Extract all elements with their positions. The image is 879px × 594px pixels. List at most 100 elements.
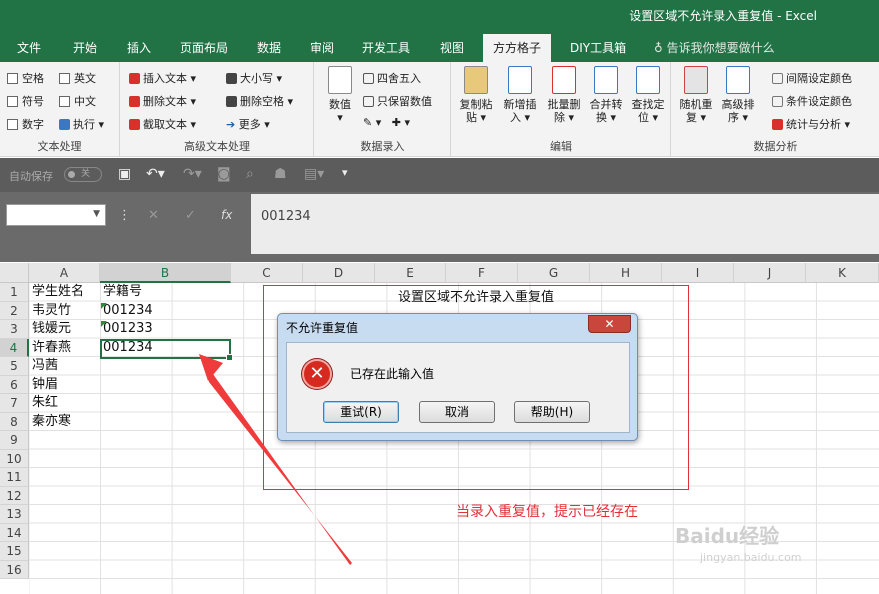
copy-paste-button[interactable]: 复制粘 贴 ▾	[456, 66, 496, 124]
tab-diy-toolbox[interactable]: DIY工具箱	[570, 39, 626, 56]
column-header-d[interactable]: D	[303, 263, 375, 283]
checkbox-icon	[7, 96, 18, 107]
row-header-4[interactable]: 4	[0, 338, 29, 357]
merge-convert-button[interactable]: 合并转 换 ▾	[586, 66, 626, 124]
row-header-9[interactable]: 9	[0, 431, 29, 450]
select-all-corner[interactable]	[0, 263, 29, 283]
camera-icon[interactable]: ◙	[217, 166, 231, 182]
column-header-a[interactable]: A	[29, 263, 100, 283]
batch-delete-button[interactable]: 批量删 除 ▾	[544, 66, 584, 124]
random-repeat-button[interactable]: 随机重 复 ▾	[676, 66, 716, 124]
number-button[interactable]: 数值 ▾	[323, 66, 357, 124]
cell-a4[interactable]: 许春燕	[32, 339, 71, 358]
case-button[interactable]: 大小写 ▾	[226, 70, 282, 86]
column-header-f[interactable]: F	[446, 263, 518, 283]
tell-me-search[interactable]: ♁ 告诉我你想要做什么	[654, 39, 775, 56]
extract-text-button[interactable]: 截取文本 ▾	[129, 116, 196, 132]
round-button[interactable]: 四舍五入	[363, 70, 421, 86]
column-header-b[interactable]: B	[100, 263, 231, 283]
condition-color-button[interactable]: 条件设定颜色	[772, 93, 852, 109]
customize-qat-icon[interactable]: ▾	[342, 166, 348, 179]
cancel-icon[interactable]: ✕	[148, 208, 159, 223]
checkbox-chinese[interactable]: 中文	[59, 93, 96, 109]
share-icon[interactable]: ☗	[274, 166, 287, 182]
more-button[interactable]: ➔ 更多 ▾	[226, 116, 270, 132]
column-header-k[interactable]: K	[806, 263, 879, 283]
form-icon[interactable]: ▤▾	[304, 166, 324, 182]
tab-data[interactable]: 数据	[257, 39, 281, 56]
tab-view[interactable]: 视图	[440, 39, 464, 56]
cell-a2[interactable]: 韦灵竹	[32, 302, 71, 321]
advanced-sort-button[interactable]: 高级排 序 ▾	[718, 66, 758, 124]
tab-page-layout[interactable]: 页面布局	[180, 39, 228, 56]
tab-home[interactable]: 开始	[73, 39, 97, 56]
confirm-icon[interactable]: ✓	[185, 208, 196, 223]
edit-dropdown[interactable]: ✎ ▾ ✚ ▾	[363, 116, 410, 129]
interval-color-button[interactable]: 间隔设定颜色	[772, 70, 852, 86]
error-icon: ✕	[302, 359, 332, 389]
cell-a6[interactable]: 钟眉	[32, 376, 58, 395]
insert-text-button[interactable]: 插入文本 ▾	[129, 70, 196, 86]
checkbox-english[interactable]: 英文	[59, 70, 96, 86]
help-button[interactable]: 帮助(H)	[514, 401, 590, 423]
cell-a1[interactable]: 学生姓名	[32, 283, 84, 302]
cancel-button[interactable]: 取消	[419, 401, 495, 423]
delete-text-button[interactable]: 删除文本 ▾	[129, 93, 196, 109]
redo-icon[interactable]: ↷▾	[183, 166, 202, 182]
cell-a7[interactable]: 朱红	[32, 394, 58, 413]
print-preview-icon[interactable]: ⌕	[246, 166, 254, 182]
row-header-14[interactable]: 14	[0, 523, 29, 542]
insert-function-button[interactable]: fx	[221, 208, 232, 222]
column-header-c[interactable]: C	[231, 263, 303, 283]
checkbox-number[interactable]: 数字	[7, 116, 44, 132]
row-header-11[interactable]: 11	[0, 468, 29, 487]
keep-values-button[interactable]: 只保留数值	[363, 93, 432, 109]
row-header-15[interactable]: 15	[0, 542, 29, 561]
remove-spaces-button[interactable]: 删除空格 ▾	[226, 93, 293, 109]
cell-b2[interactable]: 001234	[103, 302, 153, 321]
tab-review[interactable]: 审阅	[310, 39, 334, 56]
row-header-3[interactable]: 3	[0, 320, 29, 339]
more-options-icon[interactable]: ⋮	[118, 208, 131, 223]
close-button[interactable]: ✕	[588, 315, 631, 333]
checkbox-symbol[interactable]: 符号	[7, 93, 44, 109]
row-header-7[interactable]: 7	[0, 394, 29, 413]
checkbox-space[interactable]: 空格	[7, 70, 44, 86]
row-header-1[interactable]: 1	[0, 283, 29, 302]
row-header-6[interactable]: 6	[0, 375, 29, 394]
row-header-16[interactable]: 16	[0, 560, 29, 579]
undo-icon[interactable]: ↶▾	[146, 166, 165, 182]
row-header-5[interactable]: 5	[0, 357, 29, 376]
tab-developer[interactable]: 开发工具	[362, 39, 410, 56]
row-header-8[interactable]: 8	[0, 412, 29, 431]
row-header-12[interactable]: 12	[0, 486, 29, 505]
extract-text-icon	[129, 119, 140, 130]
column-header-i[interactable]: I	[662, 263, 734, 283]
row-header-10[interactable]: 10	[0, 449, 29, 468]
row-header-2[interactable]: 2	[0, 301, 29, 320]
row-header-13[interactable]: 13	[0, 505, 29, 524]
find-locate-button[interactable]: 查找定 位 ▾	[628, 66, 668, 124]
add-insert-button[interactable]: 新增插 入 ▾	[500, 66, 540, 124]
tab-fangfange[interactable]: 方方格子	[483, 34, 552, 62]
cell-a3[interactable]: 钱媛元	[32, 320, 71, 339]
column-header-j[interactable]: J	[734, 263, 806, 283]
cell-a5[interactable]: 冯茜	[32, 357, 58, 376]
name-box[interactable]: ▼	[6, 204, 106, 226]
dialog-message: 已存在此输入值	[350, 367, 435, 381]
formula-input[interactable]: 001234	[251, 194, 879, 254]
tab-insert[interactable]: 插入	[127, 39, 151, 56]
autosave-toggle[interactable]: 关	[64, 167, 102, 182]
cell-b3[interactable]: 001233	[103, 320, 153, 339]
execute-button[interactable]: 执行 ▾	[59, 116, 104, 132]
dialog-title: 不允许重复值	[286, 321, 359, 335]
save-icon[interactable]: ▣	[118, 166, 131, 182]
statistics-button[interactable]: 统计与分析 ▾	[772, 116, 850, 132]
column-header-h[interactable]: H	[590, 263, 662, 283]
cell-b1[interactable]: 学籍号	[103, 283, 142, 302]
column-header-e[interactable]: E	[375, 263, 446, 283]
cell-a8[interactable]: 秦亦寒	[32, 413, 71, 432]
column-header-g[interactable]: G	[518, 263, 590, 283]
tab-file[interactable]: 文件	[17, 39, 41, 56]
retry-button[interactable]: 重试(R)	[323, 401, 399, 423]
